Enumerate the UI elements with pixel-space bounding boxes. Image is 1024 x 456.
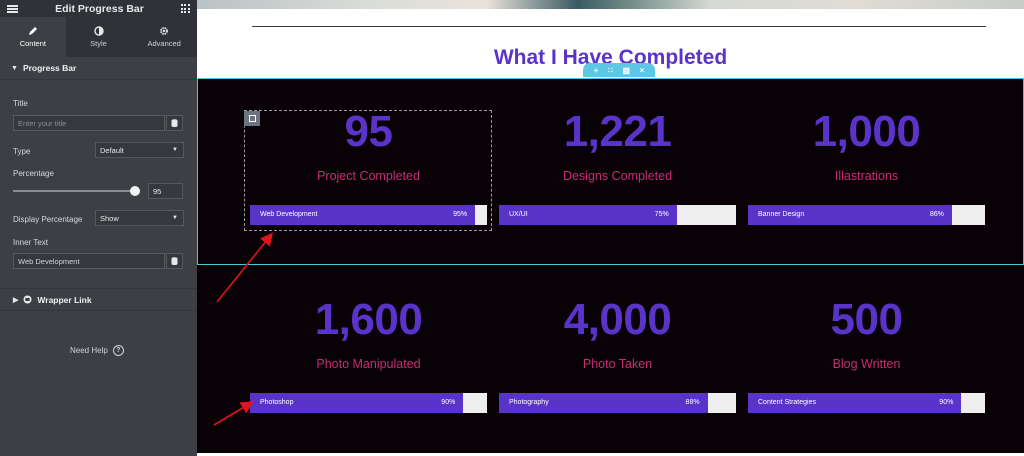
percentage-number-input[interactable]: 95 — [148, 183, 183, 199]
widget-edit-handle[interactable] — [244, 111, 260, 126]
help-icon: ? — [112, 345, 124, 356]
tab-content[interactable]: Content — [0, 17, 66, 57]
progress-bar-label: Photography — [509, 399, 549, 406]
counter-number: 1,600 — [314, 295, 423, 344]
progress-bar-percent: 75% — [654, 211, 669, 218]
type-select-value: Default — [100, 145, 124, 155]
counter-caption: Illastrations — [834, 169, 899, 183]
need-help-label: Need Help — [70, 346, 108, 355]
progress-bar-label: UX/UI — [509, 211, 528, 218]
editor-panel: Edit Progress Bar Content Style Advanced… — [0, 0, 197, 456]
plus-icon[interactable]: + — [594, 66, 599, 75]
caret-down-icon: ▼ — [11, 64, 18, 72]
section-toolbar: + ∷ ▧ × — [583, 63, 655, 77]
counter-number: 1,000 — [812, 107, 921, 156]
display-percentage-select[interactable]: Show ▼ — [95, 210, 184, 226]
chevron-down-icon: ▼ — [172, 147, 178, 153]
progress-bar[interactable]: Photoshop 90% — [250, 393, 487, 413]
type-label: Type — [13, 147, 31, 156]
caret-right-icon: ▶ — [13, 296, 19, 304]
wrapper-link-section-header[interactable]: ▶ Wrapper Link — [0, 288, 197, 311]
progress-bar[interactable]: UX/UI 75% — [499, 205, 736, 225]
counter-caption: Photo Taken — [582, 357, 653, 371]
tab-advanced-label: Advanced — [147, 39, 181, 48]
percentage-slider-handle[interactable] — [130, 186, 140, 196]
copy-icon[interactable]: ▧ — [623, 66, 631, 75]
hamburger-menu-icon[interactable] — [7, 4, 18, 13]
progress-bar-percent: 90% — [939, 399, 954, 406]
progress-bar-section-header[interactable]: ▼ Progress Bar — [0, 57, 197, 80]
title-input[interactable]: Enter your title — [13, 115, 165, 131]
inner-text-input[interactable]: Web Development — [13, 253, 165, 269]
pencil-icon — [28, 27, 37, 35]
page-canvas: What I Have Completed + ∷ ▧ × 95 Project … — [197, 0, 1024, 456]
progress-bar-percent: 86% — [929, 211, 944, 218]
dynamic-tags-button[interactable] — [166, 115, 183, 131]
counter-caption: Photo Manipulated — [316, 357, 421, 371]
progress-bar-percent: 90% — [441, 399, 456, 406]
close-icon[interactable]: × — [640, 66, 645, 75]
wrapper-link-label: Wrapper Link — [37, 294, 92, 305]
progress-bar-label: Content Strategies — [758, 399, 816, 406]
chevron-down-icon: ▼ — [172, 215, 178, 221]
counter-number: 1,221 — [563, 107, 672, 156]
progress-bar-label: Photoshop — [260, 399, 294, 406]
pro-badge-icon — [23, 295, 32, 304]
progress-bar-label: Banner Design — [758, 211, 805, 218]
panel-header: Edit Progress Bar — [0, 0, 197, 17]
dynamic-tags-button[interactable] — [166, 253, 183, 269]
progress-bar[interactable]: Content Strategies 90% — [748, 393, 985, 413]
type-select[interactable]: Default ▼ — [95, 142, 184, 158]
counter-caption: Blog Written — [832, 357, 901, 371]
database-icon — [171, 119, 178, 127]
percentage-label: Percentage — [13, 169, 54, 178]
progress-bar[interactable]: Banner Design 86% — [748, 205, 985, 225]
section-title: Progress Bar — [22, 63, 77, 73]
selected-widget-outline — [244, 110, 492, 231]
widgets-grid-icon[interactable] — [180, 4, 190, 13]
progress-bar[interactable]: Photography 88% — [499, 393, 736, 413]
title-label: Title — [13, 99, 28, 108]
tab-style-label: Style — [90, 39, 107, 48]
percentage-slider-track[interactable] — [13, 190, 135, 192]
counter-number: 4,000 — [563, 295, 672, 344]
gear-icon — [160, 27, 169, 35]
need-help-link[interactable]: Need Help ? — [70, 345, 124, 356]
tab-style[interactable]: Style — [66, 17, 132, 57]
counter-caption: Designs Completed — [562, 169, 673, 183]
drag-icon[interactable]: ∷ — [608, 66, 613, 75]
half-circle-icon — [93, 26, 104, 36]
panel-tabs: Content Style Advanced — [0, 17, 197, 57]
divider — [252, 26, 986, 27]
tab-content-label: Content — [19, 39, 46, 48]
display-percentage-value: Show — [100, 213, 119, 223]
hero-image — [197, 0, 1024, 9]
inner-text-label: Inner Text — [13, 238, 48, 247]
progress-bar-percent: 88% — [685, 399, 700, 406]
tab-advanced[interactable]: Advanced — [131, 17, 197, 57]
panel-title: Edit Progress Bar — [55, 2, 144, 15]
display-percentage-label: Display Percentage — [13, 215, 83, 224]
database-icon — [171, 257, 178, 265]
counter-number: 500 — [830, 295, 903, 344]
